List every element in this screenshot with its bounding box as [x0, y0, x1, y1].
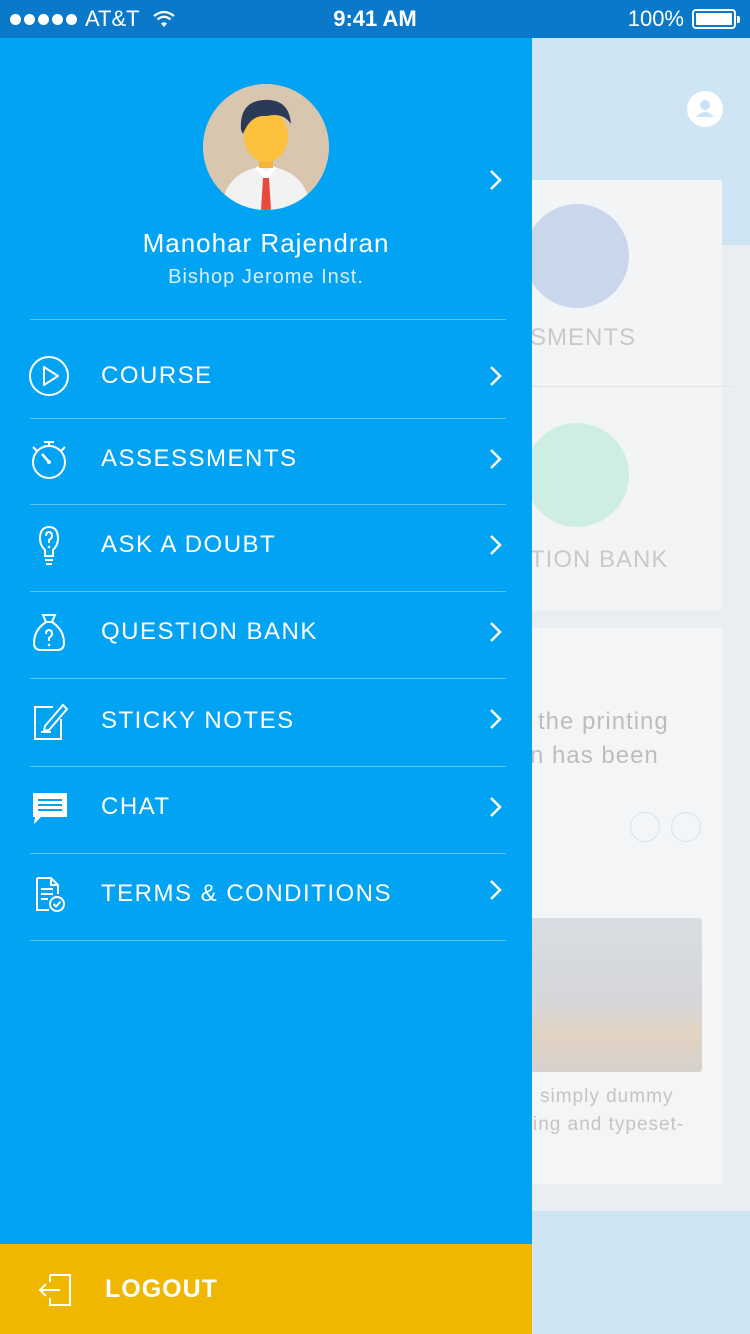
chevron-right-icon: [490, 880, 502, 900]
question-bag-icon: [27, 610, 71, 654]
profile-chevron-icon: [490, 170, 502, 190]
carousel-next-button[interactable]: [671, 812, 701, 842]
post-text-line-1: the printing: [538, 708, 669, 735]
avatar[interactable]: [203, 84, 329, 210]
menu-item-question-bank[interactable]: QUESTION BANK: [0, 589, 532, 675]
assessments-bg-label: SMENTS: [530, 324, 637, 351]
chevron-right-icon: [490, 366, 502, 386]
lightbulb-question-icon: [27, 523, 71, 567]
menu-item-label: QUESTION BANK: [101, 618, 318, 645]
menu-item-chat[interactable]: CHAT: [0, 764, 532, 850]
carousel-prev-button[interactable]: [630, 812, 660, 842]
chevron-right-icon: [490, 797, 502, 817]
divider: [30, 940, 506, 941]
chevron-right-icon: [490, 535, 502, 555]
menu-item-course[interactable]: COURSE: [0, 333, 532, 419]
document-check-icon: [27, 872, 71, 916]
menu-item-label: CHAT: [101, 793, 171, 820]
menu-item-terms-and-conditions[interactable]: TERMS & CONDITIONS: [0, 851, 532, 937]
navigation-drawer: Manohar Rajendran Bishop Jerome Inst. CO…: [0, 38, 532, 1244]
chevron-right-icon: [490, 449, 502, 469]
menu-item-label: STICKY NOTES: [101, 707, 295, 734]
chevron-right-icon: [490, 622, 502, 642]
status-bar: AT&T 9:41 AM 100%: [0, 0, 750, 38]
menu-item-sticky-notes[interactable]: STICKY NOTES: [0, 678, 532, 764]
menu-item-label: COURSE: [101, 362, 213, 389]
menu-item-label: ASK A DOUBT: [101, 531, 277, 558]
logout-label: LOGOUT: [105, 1275, 218, 1303]
stopwatch-icon: [525, 204, 629, 308]
profile-section[interactable]: Manohar Rajendran Bishop Jerome Inst.: [0, 38, 532, 319]
user-avatar-icon[interactable]: [687, 91, 723, 127]
stopwatch-icon: [27, 437, 71, 481]
play-circle-icon: [27, 354, 71, 398]
menu-item-label: TERMS & CONDITIONS: [101, 880, 393, 907]
profile-name: Manohar Rajendran: [142, 228, 390, 258]
chat-bubble-icon: [27, 785, 71, 829]
post-caption-line-2: ing and typeset-: [533, 1114, 685, 1135]
battery-icon: [692, 9, 740, 29]
profile-institution: Bishop Jerome Inst.: [168, 266, 364, 288]
chevron-right-icon: [490, 709, 502, 729]
logout-icon: [38, 1274, 71, 1306]
note-pencil-icon: [27, 699, 71, 743]
post-caption-line-1: simply dummy: [540, 1086, 674, 1107]
menu-item-assessments[interactable]: ASSESSMENTS: [0, 416, 532, 502]
question-bag-icon: [525, 423, 629, 527]
video-thumbnail[interactable]: [510, 918, 702, 1072]
divider: [30, 319, 506, 320]
status-right: 100%: [627, 6, 740, 32]
battery-percentage: 100%: [627, 6, 684, 31]
post-text-line-2: n has been: [530, 742, 659, 769]
question-bank-bg-label: TION BANK: [530, 546, 669, 573]
menu-item-ask-a-doubt[interactable]: ASK A DOUBT: [0, 502, 532, 588]
logout-button[interactable]: LOGOUT: [0, 1244, 532, 1334]
menu-item-label: ASSESSMENTS: [101, 445, 298, 472]
